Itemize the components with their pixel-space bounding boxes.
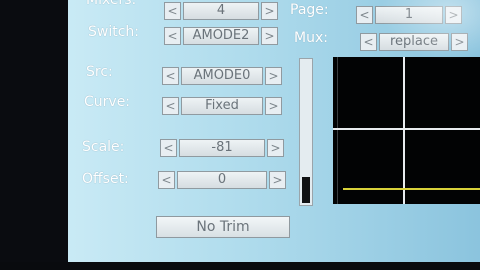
- offset-prev-button[interactable]: <: [158, 171, 175, 189]
- mux-next-button[interactable]: >: [451, 33, 468, 51]
- page-stepper[interactable]: < 1 >: [356, 6, 464, 24]
- scale-stepper[interactable]: < -81 >: [160, 139, 286, 157]
- offset-next-button[interactable]: >: [269, 171, 286, 189]
- mixers-stepper[interactable]: < 4 >: [164, 2, 280, 20]
- mux-prev-button[interactable]: <: [360, 33, 377, 51]
- mux-value[interactable]: replace: [379, 33, 449, 51]
- page-label: Page:: [290, 2, 329, 18]
- no-trim-button[interactable]: No Trim: [156, 216, 290, 238]
- level-slider[interactable]: [299, 58, 313, 206]
- screen-bezel: [0, 262, 480, 270]
- src-stepper[interactable]: < AMODE0 >: [162, 67, 284, 85]
- graph-curve-line: [343, 188, 480, 190]
- switch-prev-button[interactable]: <: [164, 27, 181, 45]
- page-value[interactable]: 1: [375, 6, 443, 24]
- curve-prev-button[interactable]: <: [162, 97, 179, 115]
- level-slider-fill: [302, 177, 310, 203]
- switch-next-button[interactable]: >: [261, 27, 278, 45]
- scale-prev-button[interactable]: <: [160, 139, 177, 157]
- mixers-next-button[interactable]: >: [261, 2, 278, 20]
- graph-left-edge: [337, 57, 338, 204]
- switch-label: Switch:: [88, 24, 140, 40]
- scale-value[interactable]: -81: [179, 139, 265, 157]
- graph-horizontal-axis: [333, 128, 480, 130]
- switch-stepper[interactable]: < AMODE2 >: [164, 27, 280, 45]
- curve-next-button[interactable]: >: [265, 97, 282, 115]
- curve-graph: [333, 57, 480, 204]
- switch-value[interactable]: AMODE2: [183, 27, 259, 45]
- offset-value[interactable]: 0: [177, 171, 267, 189]
- src-prev-button[interactable]: <: [162, 67, 179, 85]
- src-label: Src:: [86, 64, 113, 80]
- curve-label: Curve:: [84, 94, 131, 110]
- page-prev-button[interactable]: <: [356, 6, 373, 24]
- page-next-button[interactable]: >: [445, 6, 462, 24]
- scale-next-button[interactable]: >: [267, 139, 284, 157]
- mixers-label: Mixers:: [86, 0, 137, 8]
- offset-stepper[interactable]: < 0 >: [158, 171, 288, 189]
- mux-stepper[interactable]: < replace >: [360, 33, 468, 51]
- mux-label: Mux:: [294, 30, 328, 46]
- offset-label: Offset:: [82, 171, 129, 187]
- curve-stepper[interactable]: < Fixed >: [162, 97, 284, 115]
- mixers-value[interactable]: 4: [183, 2, 259, 20]
- mixers-prev-button[interactable]: <: [164, 2, 181, 20]
- src-next-button[interactable]: >: [265, 67, 282, 85]
- src-value[interactable]: AMODE0: [181, 67, 263, 85]
- curve-value[interactable]: Fixed: [181, 97, 263, 115]
- graph-vertical-axis: [403, 57, 405, 204]
- scale-label: Scale:: [82, 139, 125, 155]
